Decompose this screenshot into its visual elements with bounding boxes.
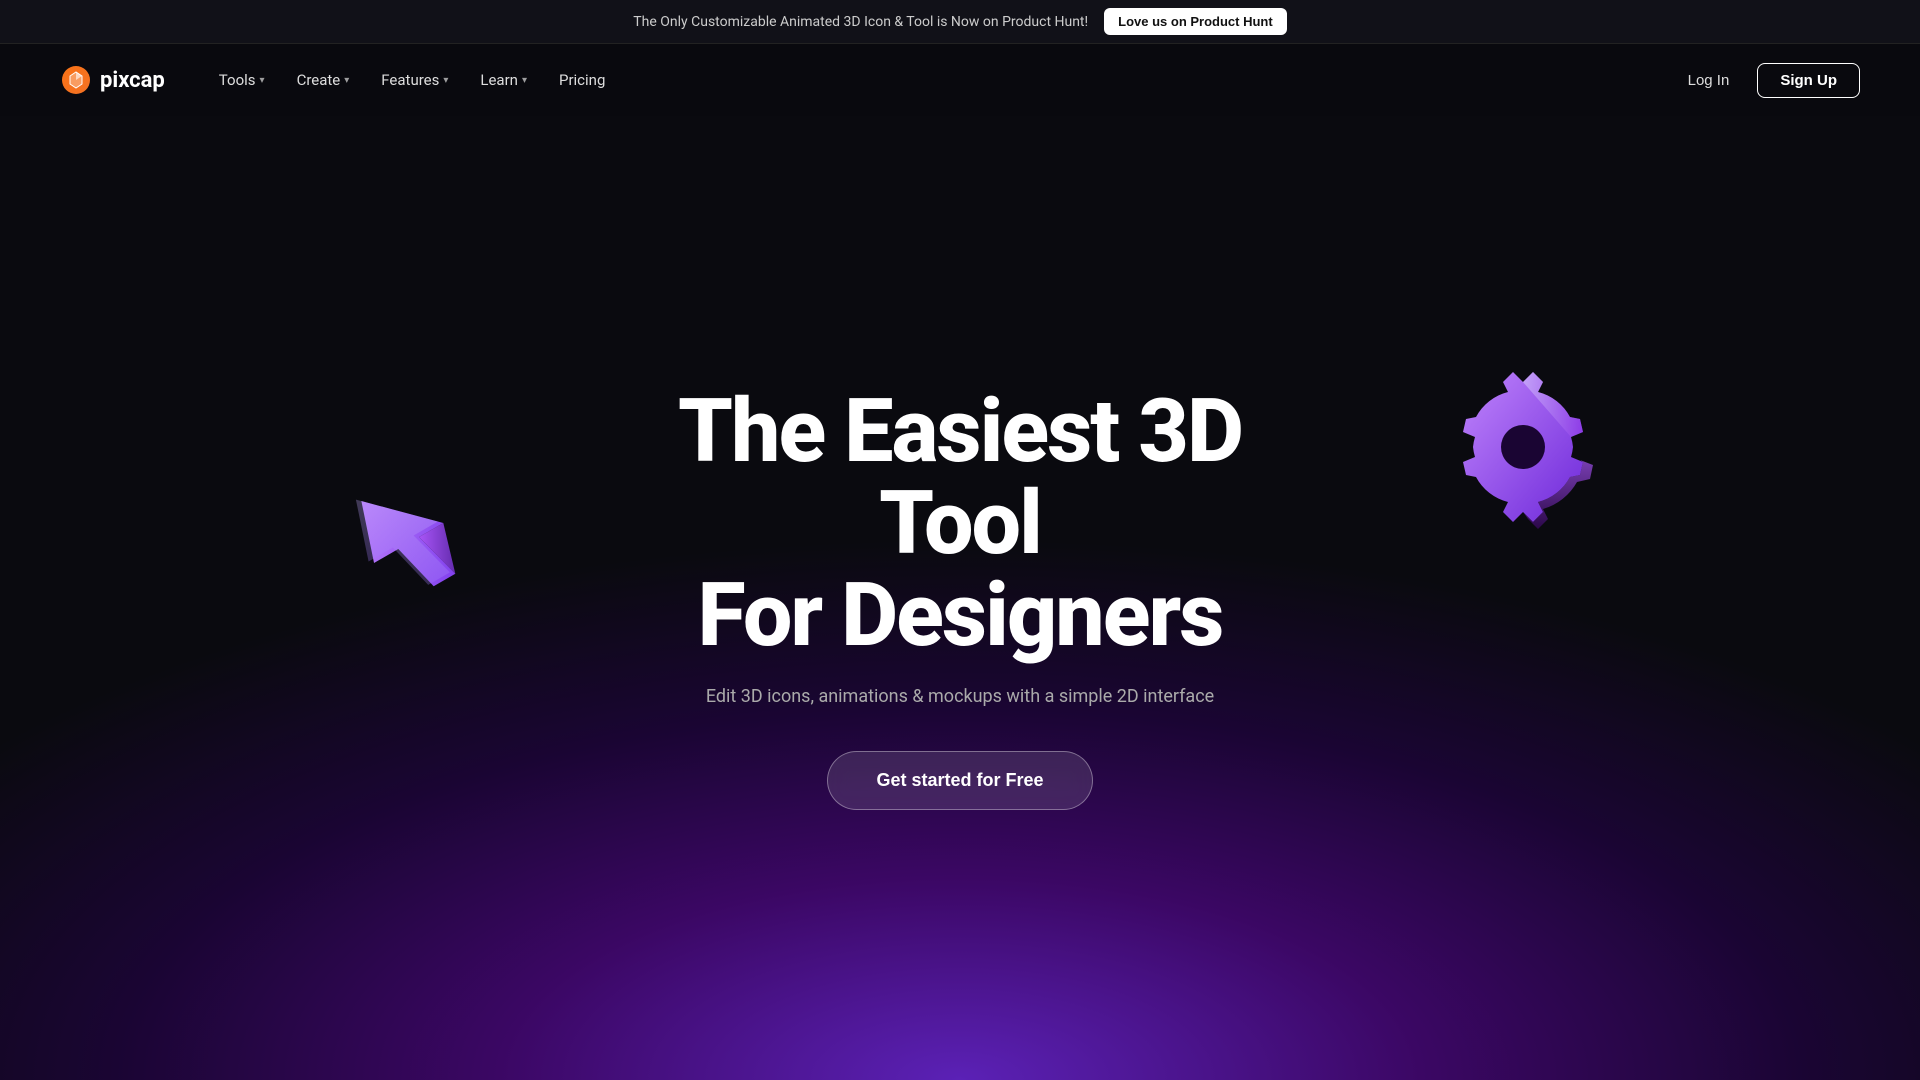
logo[interactable]: pixcap xyxy=(60,64,165,96)
nav-item-pricing[interactable]: Pricing xyxy=(545,63,619,97)
deco-arrow-left xyxy=(346,453,506,613)
signup-button[interactable]: Sign Up xyxy=(1757,63,1860,98)
hero-subtitle: Edit 3D icons, animations & mockups with… xyxy=(610,683,1310,712)
chevron-down-icon: ▾ xyxy=(344,75,349,86)
navbar: pixcap Tools ▾ Create ▾ Features ▾ Learn… xyxy=(0,44,1920,116)
chevron-down-icon: ▾ xyxy=(443,75,448,86)
nav-item-tools[interactable]: Tools ▾ xyxy=(205,63,279,97)
nav-links: Tools ▾ Create ▾ Features ▾ Learn ▾ Pric… xyxy=(205,63,1672,97)
hero-title: The Easiest 3D Tool For Designers xyxy=(610,386,1310,663)
product-hunt-button[interactable]: Love us on Product Hunt xyxy=(1104,8,1287,35)
cta-button[interactable]: Get started for Free xyxy=(827,751,1092,810)
logo-text: pixcap xyxy=(100,68,165,93)
hero-section: The Easiest 3D Tool For Designers Edit 3… xyxy=(0,116,1920,1080)
chevron-down-icon: ▾ xyxy=(522,75,527,86)
announcement-text: The Only Customizable Animated 3D Icon &… xyxy=(633,14,1088,30)
login-button[interactable]: Log In xyxy=(1672,64,1746,97)
logo-icon xyxy=(60,64,92,96)
chevron-down-icon: ▾ xyxy=(260,75,265,86)
nav-item-learn[interactable]: Learn ▾ xyxy=(466,63,541,97)
announcement-bar: The Only Customizable Animated 3D Icon &… xyxy=(0,0,1920,44)
nav-item-features[interactable]: Features ▾ xyxy=(367,63,462,97)
hero-content: The Easiest 3D Tool For Designers Edit 3… xyxy=(610,386,1310,811)
nav-auth: Log In Sign Up xyxy=(1672,63,1860,98)
nav-item-create[interactable]: Create ▾ xyxy=(283,63,364,97)
deco-gear-right xyxy=(1433,357,1613,537)
